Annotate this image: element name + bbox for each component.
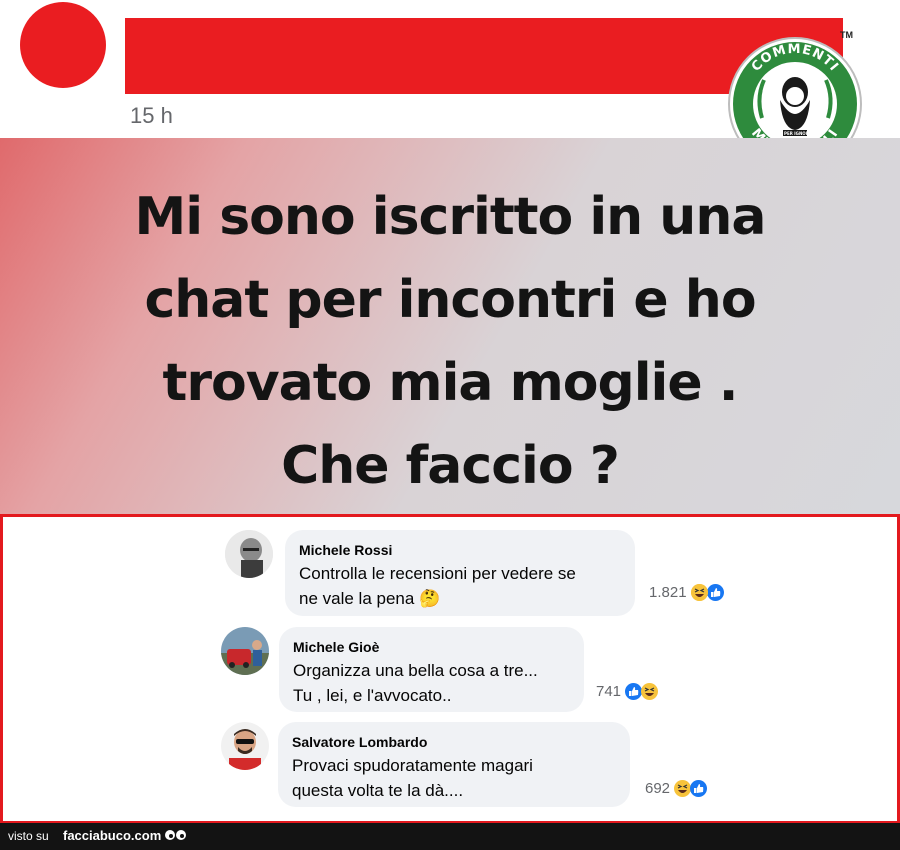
comment-reactions[interactable]: 741 [596, 683, 659, 700]
haha-icon [641, 683, 659, 700]
post-text-line: trovato mia moglie . [162, 353, 738, 413]
commenter-name[interactable]: Salvatore Lombardo [292, 734, 427, 750]
redacted-avatar [20, 2, 106, 88]
footer-watermark: visto su facciabuco.com [0, 823, 900, 850]
badge-inner-text: NATI PER IGNORARE [772, 131, 818, 136]
reaction-count: 741 [596, 683, 622, 700]
commenter-name[interactable]: Michele Rossi [299, 542, 392, 558]
comments-frame: Michele Rossi Controlla le recensioni pe… [0, 514, 900, 824]
post-image: Mi sono iscritto in una chat per incontr… [0, 138, 900, 514]
eyes-icon [165, 830, 186, 840]
like-icon [690, 780, 708, 797]
post-timestamp[interactable]: 15 h [130, 103, 173, 129]
commenter-avatar[interactable] [225, 530, 273, 578]
commenter-name[interactable]: Michele Gioè [293, 639, 379, 655]
haha-icon [690, 584, 708, 601]
like-icon [706, 584, 724, 601]
comment-text: Provaci spudoratamente magari questa vol… [292, 756, 533, 800]
like-icon [625, 683, 643, 700]
comment-text: Controlla le recensioni per vedere se ne… [299, 564, 576, 608]
post-text-line: Che faccio ? [281, 436, 620, 496]
commenter-avatar[interactable] [221, 627, 269, 675]
haha-icon [674, 780, 692, 797]
footer-visto-label: visto su [8, 829, 49, 843]
post-text-line: Mi sono iscritto in una [134, 187, 767, 247]
comment-reactions[interactable]: 692 [645, 780, 708, 797]
post-text: Mi sono iscritto in una chat per incontr… [0, 176, 900, 508]
commenter-avatar[interactable] [221, 722, 269, 770]
comment-reactions[interactable]: 1.821 [649, 584, 724, 601]
reaction-count: 692 [645, 780, 671, 797]
reaction-count: 1.821 [649, 584, 687, 601]
footer-brand-link[interactable]: facciabuco.com [63, 828, 161, 843]
post-text-line: chat per incontri e ho [144, 270, 756, 330]
comment-text: Organizza una bella cosa a tre... Tu , l… [293, 661, 538, 705]
